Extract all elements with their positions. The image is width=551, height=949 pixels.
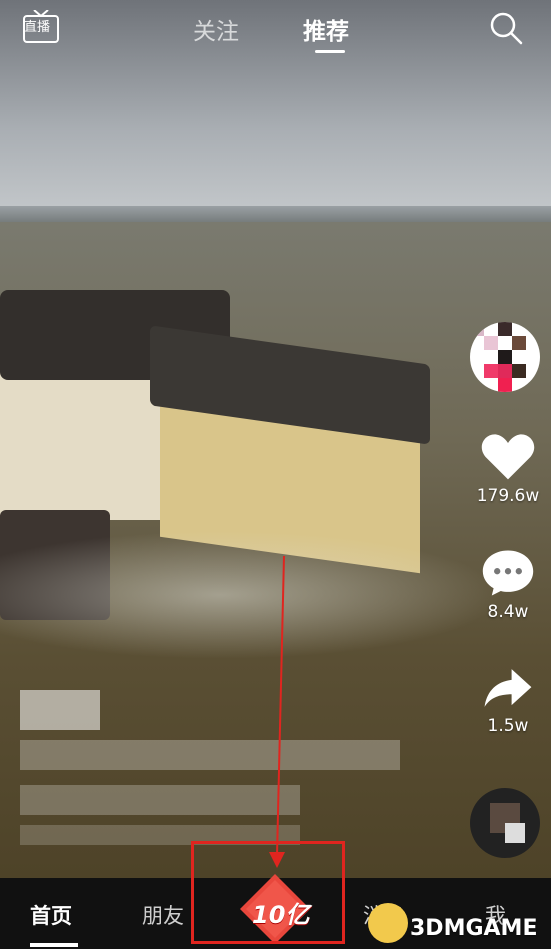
comment-count: 8.4w (487, 602, 529, 622)
comment-action[interactable]: 8.4w (468, 548, 548, 622)
share-action[interactable]: 1.5w (468, 664, 548, 736)
heart-icon[interactable] (480, 432, 536, 482)
music-disc[interactable] (470, 788, 540, 858)
like-count: 179.6w (476, 486, 540, 506)
like-action[interactable]: 179.6w (468, 432, 548, 506)
tab-follow[interactable]: 关注 (193, 12, 239, 46)
author-name[interactable] (20, 690, 100, 730)
tab-recommend[interactable]: 推荐 (303, 12, 349, 46)
nav-active-indicator (30, 943, 78, 947)
caption-line (20, 785, 300, 815)
watermark-logo (368, 903, 408, 943)
active-tab-indicator (315, 50, 345, 53)
highlight-box (191, 841, 345, 944)
nav-home[interactable]: 首页 (30, 900, 72, 930)
share-count: 1.5w (487, 716, 529, 736)
caption-line (20, 740, 400, 770)
share-icon[interactable] (481, 664, 535, 712)
author-avatar[interactable] (470, 322, 540, 392)
search-icon[interactable] (488, 10, 524, 46)
comment-icon[interactable] (481, 548, 535, 598)
live-label[interactable]: 直播 (24, 16, 50, 35)
nav-friends[interactable]: 朋友 (142, 900, 184, 930)
top-bar: 直播 关注 推荐 (0, 0, 551, 60)
watermark-text: 3DMGAME (410, 916, 538, 941)
